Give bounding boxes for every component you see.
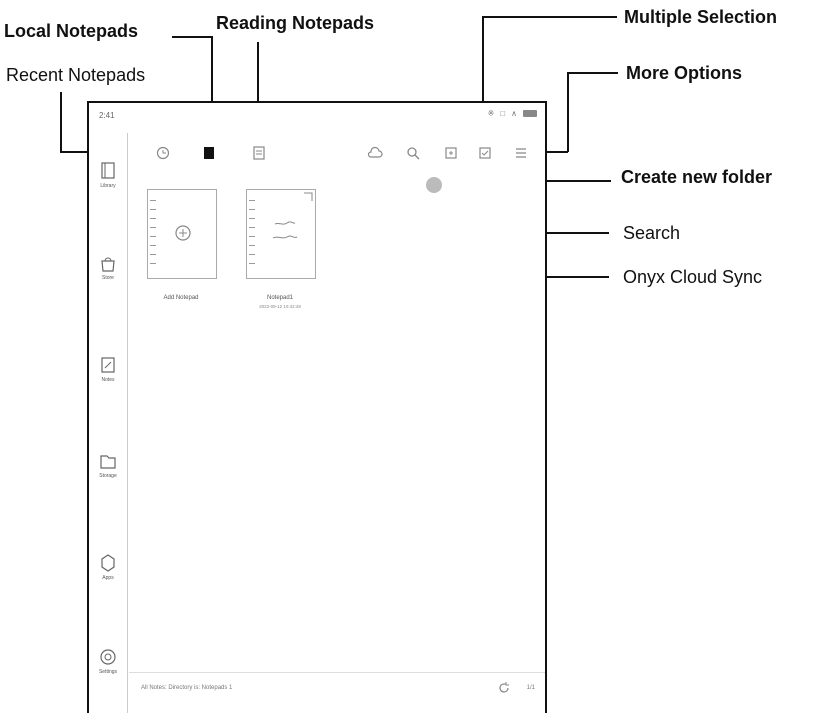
settings-icon (100, 649, 116, 665)
leader-line (568, 72, 618, 74)
sidebar-item-label: Notes (101, 377, 115, 383)
card-title: Notepad1 (266, 295, 294, 301)
sidebar-item-notes[interactable]: Notes (93, 355, 123, 383)
reading-notepads-icon (253, 146, 265, 160)
leader-line (482, 16, 617, 18)
library-icon (101, 162, 115, 179)
multi-select-icon (479, 147, 491, 159)
create-new-folder-button[interactable] (443, 145, 459, 161)
page-corner-icon (304, 192, 313, 201)
sidebar-item-label: Settings (98, 669, 118, 675)
sidebar: Library Store Notes Storage Apps Setting… (89, 133, 128, 713)
sidebar-item-label: Library (100, 183, 116, 189)
callout-create-new-folder: Create new folder (621, 167, 773, 187)
sidebar-item-label: Apps (102, 575, 114, 581)
callout-recent-notepads: Recent Notepads (6, 65, 146, 85)
notes-icon (101, 357, 115, 373)
card-title: Add Notepad (163, 295, 199, 301)
new-folder-icon (445, 147, 457, 159)
hint-dot (426, 177, 442, 193)
add-notepad-card[interactable] (147, 189, 217, 279)
sidebar-item-label: Store (102, 275, 114, 281)
callout-more-options: More Options (626, 63, 742, 83)
sidebar-item-label: Storage (99, 473, 117, 479)
onyx-cloud-sync-button[interactable] (367, 145, 383, 161)
local-notepads-icon (204, 147, 214, 159)
apps-icon (101, 554, 115, 572)
status-time: 2:41 (99, 111, 115, 120)
battery-icon (523, 110, 537, 117)
sidebar-item-store[interactable]: Store (93, 253, 123, 281)
store-icon (101, 257, 115, 272)
cloud-sync-icon (367, 146, 383, 158)
callout-local-notepads: Local Notepads (4, 21, 139, 41)
multiple-selection-button[interactable] (477, 145, 493, 161)
search-icon (407, 147, 420, 160)
page-indicator: 1/1 (526, 685, 535, 691)
footer: All Notes: Directory is: Notepads 1 1/1 (129, 672, 545, 713)
recent-icon (156, 146, 170, 160)
callout-onyx-cloud-sync: Onyx Cloud Sync (623, 267, 763, 287)
sync-status-icon: □ (500, 109, 506, 118)
storage-icon (100, 455, 116, 469)
more-options-button[interactable] (513, 145, 529, 161)
leader-line (172, 36, 212, 38)
handwriting-preview (272, 221, 298, 239)
bluetooth-icon: ※ (487, 109, 495, 118)
reading-notepads-button[interactable] (251, 145, 267, 161)
sidebar-item-storage[interactable]: Storage (93, 451, 123, 479)
notepad-card[interactable] (246, 189, 316, 279)
callout-multiple-selection: Multiple Selection (624, 7, 778, 27)
sidebar-item-apps[interactable]: Apps (93, 553, 123, 581)
device-screen: 2:41 ※ □ ∧ Library Store Notes Storage A… (87, 101, 547, 713)
card-date: 2022-09-12 10:42:48 (259, 304, 301, 309)
callout-reading-notepads: Reading Notepads (216, 13, 375, 33)
current-path: All Notes: Directory is: Notepads 1 (141, 685, 233, 691)
menu-icon (516, 148, 526, 158)
add-icon (175, 225, 191, 241)
sidebar-item-library[interactable]: Library (93, 161, 123, 189)
wifi-icon: ∧ (511, 109, 517, 118)
leader-line (60, 92, 62, 152)
leader-line (567, 72, 569, 152)
toolbar (129, 145, 545, 167)
local-notepads-button[interactable] (201, 145, 217, 161)
recent-notepads-button[interactable] (155, 145, 171, 161)
status-bar: 2:41 ※ □ ∧ (89, 103, 545, 125)
search-button[interactable] (405, 145, 421, 161)
refresh-icon[interactable] (497, 681, 511, 695)
callout-search: Search (623, 223, 681, 243)
sidebar-item-settings[interactable]: Settings (93, 647, 123, 675)
